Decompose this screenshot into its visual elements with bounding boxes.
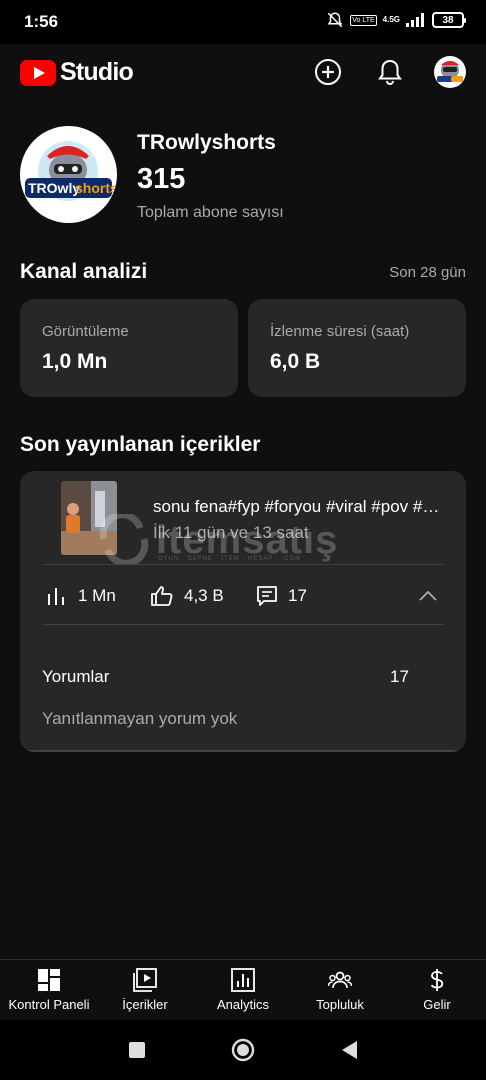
nav-analytics[interactable]: Analytics (195, 960, 291, 1020)
nav-content-label: İçerikler (122, 997, 168, 1012)
app-header: Studio (0, 44, 486, 100)
comment-icon (257, 586, 277, 606)
square-icon (129, 1042, 145, 1058)
analytics-period: Son 28 gün (389, 264, 466, 281)
status-time: 1:56 (24, 12, 59, 31)
avatar-text-a: TROwly (28, 180, 80, 196)
watch-time-value: 6,0 B (270, 350, 321, 373)
card-divider-bottom (42, 624, 444, 625)
nav-dashboard[interactable]: Kontrol Paneli (1, 960, 97, 1020)
raccoon-avatar-icon (434, 56, 466, 88)
recent-video-card[interactable]: sonu fena#fyp #foryou #viral #pov #trend… (20, 471, 466, 752)
likes-count: 4,3 B (184, 586, 224, 605)
subscriber-label: Toplam abone sayısı (137, 204, 284, 221)
bottom-nav: Kontrol Paneli İçerikler Analytics Toplu… (0, 959, 486, 1020)
nav-earn-label: Gelir (423, 997, 451, 1012)
back-button[interactable] (337, 1038, 361, 1062)
nav-community[interactable]: Topluluk (292, 960, 388, 1020)
subscriber-count: 315 (137, 163, 186, 195)
thumbs-up-icon (151, 586, 173, 606)
video-title[interactable]: sonu fena#fyp #foryou #viral #pov #trend (153, 497, 443, 517)
collapse-button[interactable] (416, 585, 440, 607)
content-icon (133, 968, 157, 992)
comments-count-stat: 17 (288, 586, 307, 605)
views-label: Görüntüleme (42, 323, 129, 340)
video-age: İlk 11 gün ve 13 saat (153, 523, 309, 542)
analytics-section-title: Kanal analizi (20, 260, 148, 283)
chevron-up-icon (419, 590, 437, 601)
home-button[interactable] (231, 1038, 255, 1062)
create-button[interactable] (310, 54, 346, 90)
community-icon (328, 971, 352, 989)
notifications-button[interactable] (372, 54, 408, 90)
watch-time-label: İzlenme süresi (saat) (270, 323, 410, 340)
mute-notifications-icon (327, 12, 343, 28)
avatar-text-b: shorts (75, 180, 117, 196)
recents-button[interactable] (125, 1038, 149, 1062)
dashboard-icon (38, 969, 60, 991)
battery-level: 38 (442, 14, 454, 26)
volte-badge: Vo LTE (350, 14, 377, 26)
raccoon-logo-icon: TROwly shorts (20, 126, 117, 223)
battery-icon: 38 (432, 12, 466, 28)
video-thumbnail-image (61, 481, 117, 555)
logo-text: Studio (60, 58, 134, 86)
recent-section-title: Son yayınlanan içerikler (20, 433, 261, 456)
channel-name: TRowlyshorts (137, 131, 276, 154)
earn-icon (430, 969, 444, 991)
nav-community-label: Topluluk (316, 997, 364, 1012)
nav-analytics-label: Analytics (216, 997, 270, 1012)
account-avatar[interactable] (434, 56, 466, 88)
views-value: 1,0 Mn (42, 350, 108, 373)
youtube-studio-logo[interactable]: Studio (20, 58, 134, 87)
status-bar: 1:56 Vo LTE 4.5G 38 (0, 0, 486, 44)
triangle-back-icon (342, 1041, 357, 1059)
card-divider-top (42, 564, 444, 565)
comments-count: 17 (390, 667, 409, 686)
views-count: 1 Mn (78, 586, 116, 605)
signal-icon (406, 13, 424, 27)
nav-dashboard-label: Kontrol Paneli (8, 997, 90, 1012)
nav-content[interactable]: İçerikler (97, 960, 193, 1020)
circle-icon (231, 1038, 255, 1062)
create-icon (315, 59, 341, 85)
card-bottom-line (20, 750, 466, 752)
video-thumbnail[interactable] (61, 481, 117, 555)
youtube-play-icon (20, 59, 56, 86)
likes-stat: 4,3 B (150, 581, 224, 611)
nav-earn[interactable]: Gelir (389, 960, 485, 1020)
comments-stat: 17 (256, 581, 307, 611)
status-icons: Vo LTE 4.5G 38 (326, 11, 466, 29)
comments-label[interactable]: Yorumlar (42, 667, 109, 687)
views-bars-icon (48, 588, 64, 605)
views-stat: 1 Mn (46, 581, 116, 611)
views-card[interactable]: Görüntüleme 1,0 Mn (20, 299, 238, 397)
analytics-icon (231, 968, 255, 992)
unanswered-comments-status: Yanıtlanmayan yorum yok (42, 709, 238, 728)
watch-time-card[interactable]: İzlenme süresi (saat) 6,0 B (248, 299, 466, 397)
channel-avatar[interactable]: TROwly shorts (20, 126, 117, 223)
bell-icon (378, 59, 402, 85)
system-nav-bar (0, 1020, 486, 1080)
network-type: 4.5G (382, 15, 400, 24)
